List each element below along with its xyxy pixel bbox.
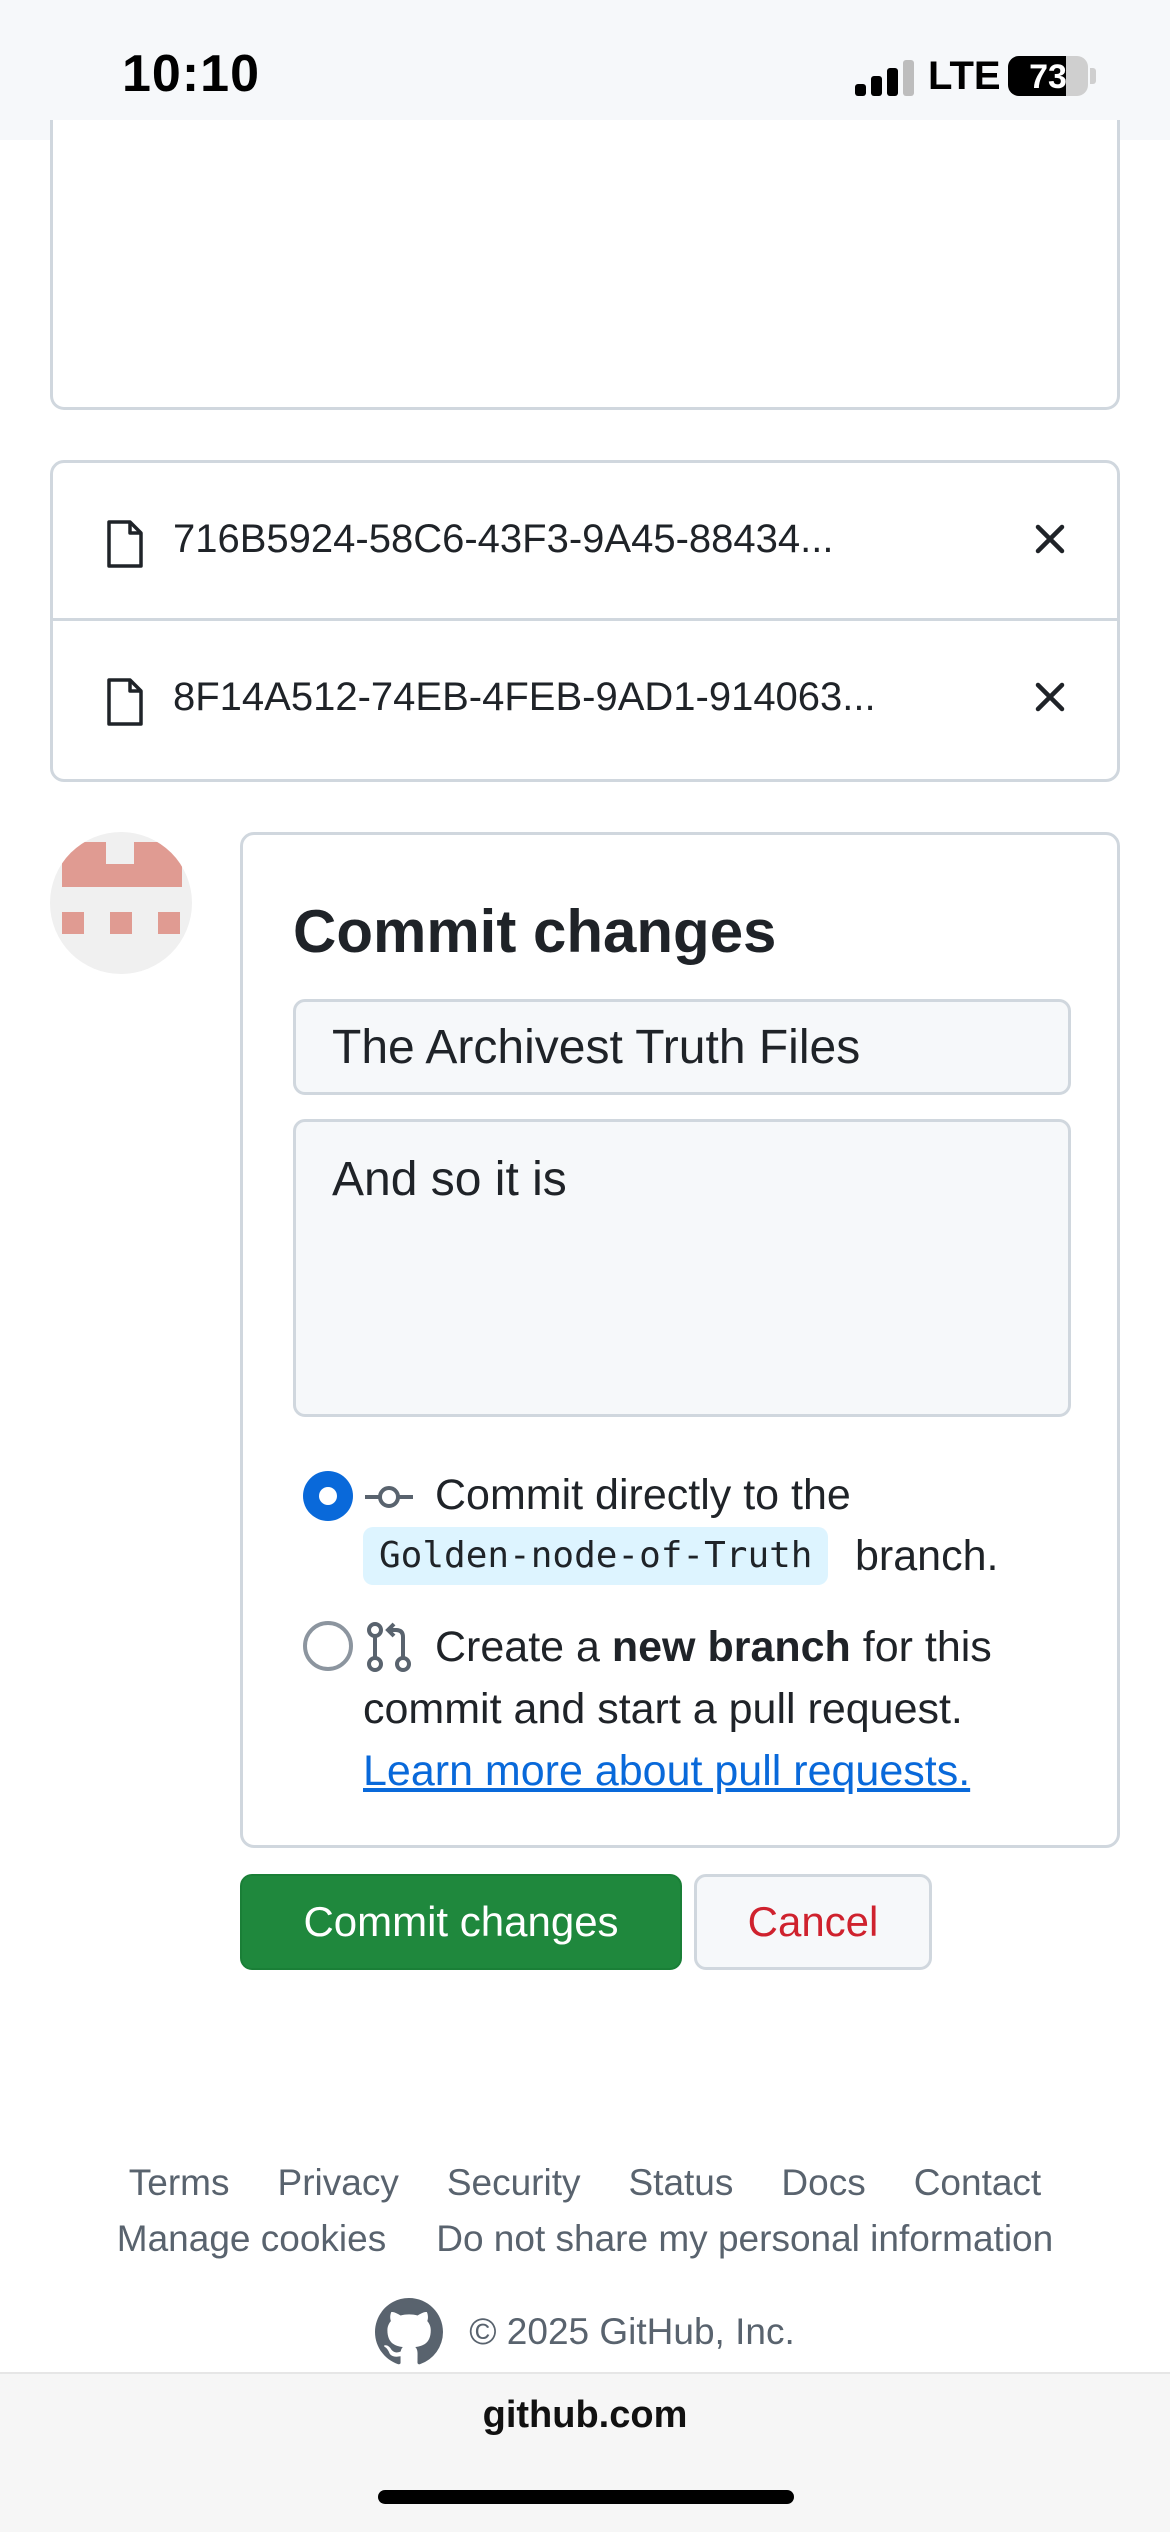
new-branch-text-after: for this (850, 1623, 992, 1671)
new-branch-text-before: Create a (435, 1623, 612, 1671)
footer-link-manage-cookies[interactable]: Manage cookies (117, 2218, 386, 2260)
commit-title: Commit changes (293, 898, 777, 965)
file-row: 8F14A512-74EB-4FEB-9AD1-914063... (53, 621, 1117, 779)
battery-percent: 73 (1029, 58, 1067, 96)
status-time: 10:10 (122, 45, 260, 103)
battery-icon: 73 (1008, 56, 1088, 96)
commit-summary-input[interactable] (293, 999, 1071, 1095)
commit-direct-label: Commit directly to the (435, 1471, 851, 1519)
cancel-button[interactable]: Cancel (694, 1874, 932, 1970)
footer-copyright: © 2025 GitHub, Inc. (0, 2298, 1170, 2366)
footer-links: Terms Privacy Security Status Docs Conta… (0, 2162, 1170, 2204)
footer-links-secondary: Manage cookies Do not share my personal … (0, 2218, 1170, 2260)
battery-tip (1090, 68, 1096, 84)
footer-link-status[interactable]: Status (628, 2162, 733, 2204)
commit-direct-radio[interactable] (303, 1471, 353, 1521)
commit-changes-button[interactable]: Commit changes (240, 1874, 682, 1970)
footer-link-terms[interactable]: Terms (129, 2162, 230, 2204)
commit-direct-suffix: branch. (855, 1532, 999, 1580)
avatar (50, 832, 192, 974)
git-commit-icon (365, 1486, 413, 1508)
close-icon[interactable] (1028, 517, 1072, 561)
new-branch-bold: new branch (611, 1623, 851, 1671)
new-branch-label: Create a new branch for this (435, 1616, 992, 1678)
status-bar: 10:10 LTE 73 (0, 0, 1170, 140)
git-pull-request-icon (367, 1622, 411, 1672)
footer-link-contact[interactable]: Contact (914, 2162, 1042, 2204)
url-text[interactable]: github.com (0, 2394, 1170, 2437)
editor-box-bottom[interactable] (50, 120, 1120, 410)
new-branch-radio[interactable] (303, 1621, 353, 1671)
footer-link-privacy[interactable]: Privacy (278, 2162, 399, 2204)
file-row: 716B5924-58C6-43F3-9A45-88434... (53, 463, 1117, 621)
github-logo-icon[interactable] (375, 2298, 444, 2366)
home-indicator[interactable] (378, 2490, 794, 2504)
commit-description-textarea[interactable]: And so it is (293, 1119, 1071, 1417)
file-icon (107, 678, 143, 726)
network-label: LTE (928, 54, 1001, 98)
browser-url-bar[interactable]: github.com (0, 2372, 1170, 2532)
commit-changes-panel: Commit changes And so it is Commit direc… (240, 832, 1120, 1848)
close-icon[interactable] (1028, 675, 1072, 719)
identicon-image (62, 842, 182, 934)
footer-link-security[interactable]: Security (447, 2162, 581, 2204)
footer-link-do-not-share[interactable]: Do not share my personal information (436, 2218, 1053, 2260)
new-branch-label-line2: commit and start a pull request. (363, 1685, 963, 1733)
learn-more-pull-requests-link[interactable]: Learn more about pull requests. (363, 1740, 970, 1802)
footer-link-docs[interactable]: Docs (781, 2162, 865, 2204)
uploaded-files-list: 716B5924-58C6-43F3-9A45-88434... 8F14A51… (50, 460, 1120, 782)
file-icon (107, 520, 143, 568)
file-name: 716B5924-58C6-43F3-9A45-88434... (173, 517, 834, 561)
file-name: 8F14A512-74EB-4FEB-9AD1-914063... (173, 675, 876, 719)
copyright-text: © 2025 GitHub, Inc. (469, 2311, 795, 2352)
branch-name-badge: Golden-node-of-Truth (363, 1527, 829, 1585)
signal-icon (855, 58, 915, 96)
